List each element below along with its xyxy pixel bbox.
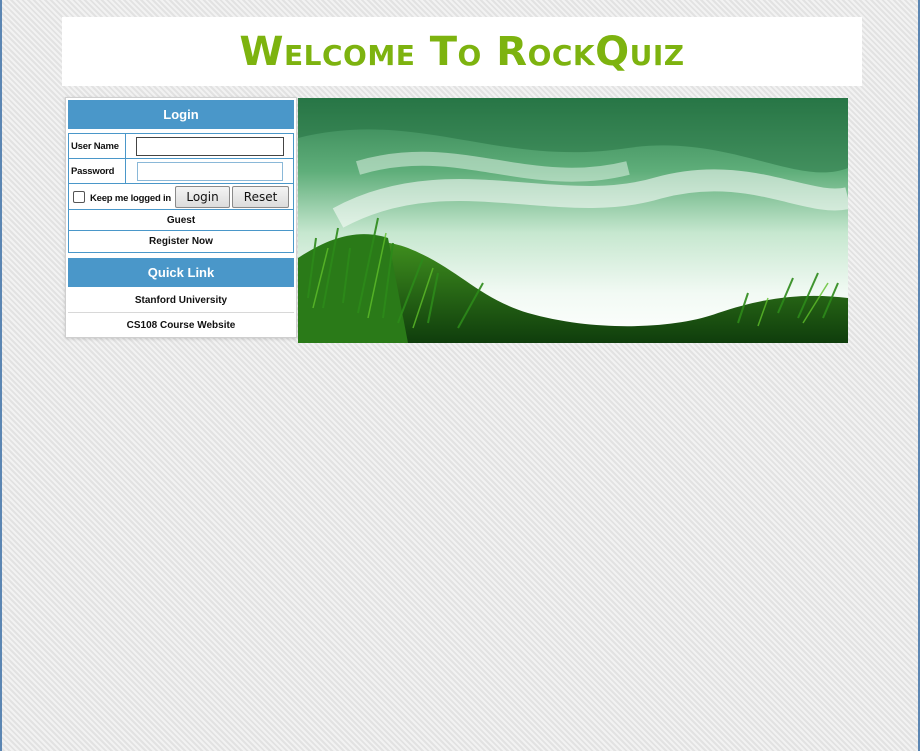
password-row: Password (69, 159, 293, 184)
quick-link-heading: Quick Link (68, 258, 294, 287)
quick-link-stanford[interactable]: Stanford University (68, 288, 294, 313)
quick-link-list: Stanford University CS108 Course Website (68, 288, 294, 338)
login-form: User Name Password Keep me logged in Log… (68, 133, 294, 253)
quick-link-cs108[interactable]: CS108 Course Website (68, 313, 294, 338)
login-button[interactable]: Login (175, 185, 231, 208)
register-link[interactable]: Register Now (69, 231, 293, 252)
login-heading: Login (68, 100, 294, 129)
login-actions-row: Keep me logged in Login Reset (69, 184, 293, 210)
keep-logged-in-checkbox[interactable] (72, 190, 85, 203)
password-label: Password (69, 159, 126, 183)
site-header: Welcome To RockQuiz (62, 17, 862, 86)
keep-logged-in-label: Keep me logged in (89, 193, 172, 204)
sidebar: Login User Name Password Keep me logged … (65, 97, 297, 338)
guest-link[interactable]: Guest (69, 210, 293, 231)
username-row: User Name (69, 134, 293, 159)
banner-image (298, 98, 848, 343)
username-input[interactable] (135, 136, 284, 156)
page-title: Welcome To RockQuiz (239, 28, 685, 75)
reset-button[interactable]: Reset (232, 185, 290, 208)
password-input[interactable] (136, 161, 283, 181)
username-label: User Name (69, 134, 126, 158)
grass-sky-illustration (298, 98, 848, 343)
